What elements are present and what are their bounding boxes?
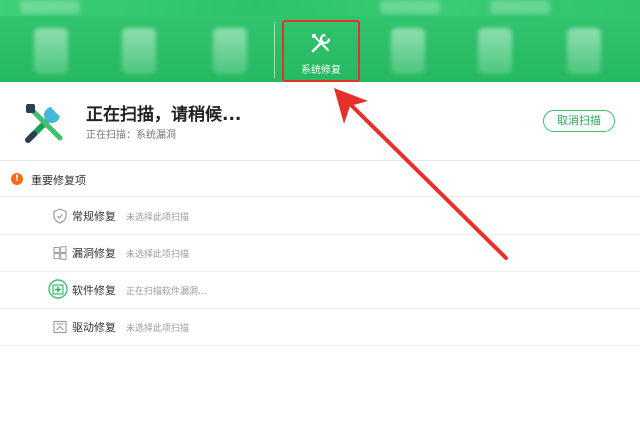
repair-tools-icon — [25, 104, 64, 143]
important-repairs-header: ! 重要修复项 — [0, 162, 640, 197]
list-item-general-repair[interactable]: 常规修复 未选择此项扫描 — [0, 197, 640, 235]
wrench-screwdriver-icon — [311, 32, 332, 53]
blurred-toolbar-tab[interactable] — [213, 28, 247, 74]
section-title: 重要修复项 — [31, 174, 86, 187]
blurred-toolbar-tab[interactable] — [478, 28, 512, 74]
top-toolbar: 系统修复 — [0, 0, 640, 82]
item-status: 未选择此项扫描 — [126, 324, 190, 334]
item-label: 常规修复 — [72, 210, 116, 223]
blurred-toolbar-tab[interactable] — [391, 28, 425, 74]
blurred-top-item — [20, 0, 80, 14]
driver-icon — [53, 320, 67, 334]
item-status: 未选择此项扫描 — [126, 213, 190, 223]
blurred-top-item — [490, 0, 550, 14]
blurred-toolbar-tab[interactable] — [34, 28, 68, 74]
cancel-scan-button[interactable]: 取消扫描 — [543, 110, 615, 132]
scan-subtitle: 正在扫描：系统漏洞 — [86, 130, 176, 141]
item-status: 正在扫描软件漏洞... — [126, 287, 207, 297]
software-box-icon — [48, 279, 68, 299]
scan-title: 正在扫描，请稍候... — [86, 105, 242, 125]
toolbar-divider — [274, 22, 275, 78]
blurred-top-item — [380, 0, 440, 14]
warning-icon: ! — [11, 173, 23, 185]
windows-icon — [53, 246, 67, 260]
shield-icon — [53, 208, 67, 224]
blurred-toolbar-tab[interactable] — [567, 28, 601, 74]
tab-system-repair[interactable]: 系统修复 — [282, 20, 360, 82]
item-label: 漏洞修复 — [72, 247, 116, 260]
item-status: 未选择此项扫描 — [126, 250, 190, 260]
blurred-toolbar-tab[interactable] — [122, 28, 156, 74]
list-item-driver-repair[interactable]: 驱动修复 未选择此项扫描 — [0, 308, 640, 346]
list-item-software-repair[interactable]: 软件修复 正在扫描软件漏洞... — [0, 271, 640, 309]
list-item-vulnerability-repair[interactable]: 漏洞修复 未选择此项扫描 — [0, 234, 640, 272]
tab-system-repair-label: 系统修复 — [301, 65, 341, 76]
item-label: 软件修复 — [72, 284, 116, 297]
item-label: 驱动修复 — [72, 321, 116, 334]
